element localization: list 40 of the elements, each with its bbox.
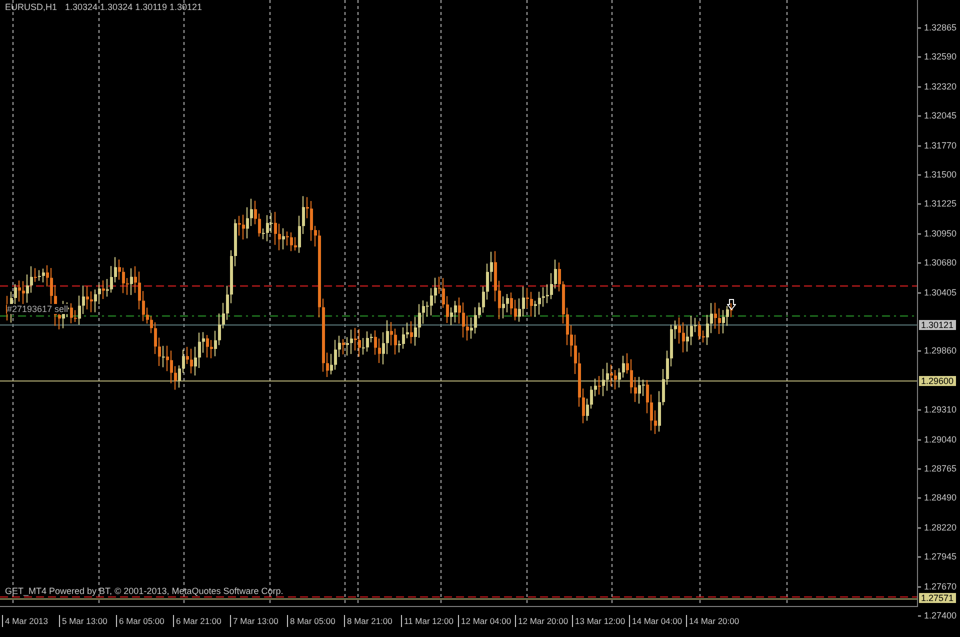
time-label: 14 Mar 04:00 <box>629 615 686 627</box>
price-label: 1.31500 <box>918 170 957 180</box>
order-label: #27193617 sell <box>7 304 68 314</box>
time-label: 13 Mar 12:00 <box>572 615 629 627</box>
price-label: 1.29040 <box>918 435 957 444</box>
price-label: 1.28220 <box>918 523 957 532</box>
time-label: 14 Mar 20:00 <box>686 615 743 627</box>
price-label: 1.32865 <box>918 24 957 32</box>
price-label: 1.29310 <box>918 406 957 415</box>
time-label: 5 Mar 13:00 <box>59 615 116 627</box>
time-label: 7 Mar 13:00 <box>230 615 287 627</box>
price-label: 1.27945 <box>918 552 957 562</box>
time-label: 8 Mar 05:00 <box>287 615 344 627</box>
time-label: 6 Mar 21:00 <box>173 615 230 627</box>
price-label: 1.32045 <box>918 112 957 121</box>
symbol-title: EURUSD,H1 <box>5 2 58 12</box>
price-label: 1.28765 <box>918 464 957 474</box>
price-label: 1.32320 <box>918 82 957 92</box>
down-arrow-icon <box>727 299 736 310</box>
time-label: 12 Mar 04:00 <box>458 615 515 627</box>
time-label: 8 Mar 21:00 <box>344 615 401 627</box>
price-label: 1.31770 <box>918 141 957 150</box>
time-label: 12 Mar 20:00 <box>515 615 572 627</box>
price-label: 1.27670 <box>918 582 957 592</box>
quote-values: 1.30324 1.30324 1.30119 1.30121 <box>65 2 202 12</box>
price-label: 1.31225 <box>918 200 957 209</box>
price-label: 1.30680 <box>918 258 957 268</box>
price-marker: 1.27571 <box>919 593 956 603</box>
price-label: 1.29860 <box>918 346 957 356</box>
price-label: 1.27400 <box>918 612 957 620</box>
copyright-text: GET_MT4 Powered by BT, © 2001-2013, MetaQuotes Software Corp. <box>5 586 284 597</box>
time-label: 11 Mar 12:00 <box>401 615 458 627</box>
price-marker: 1.30121 <box>919 320 956 330</box>
price-label: 1.32590 <box>918 52 957 62</box>
price-marker: 1.29600 <box>919 376 956 386</box>
price-label: 1.28490 <box>918 494 957 503</box>
time-label: 4 Mar 2013 <box>2 615 59 627</box>
price-label: 1.30405 <box>918 288 957 298</box>
time-label: 6 Mar 05:00 <box>116 615 173 627</box>
price-label: 1.30950 <box>918 229 957 238</box>
